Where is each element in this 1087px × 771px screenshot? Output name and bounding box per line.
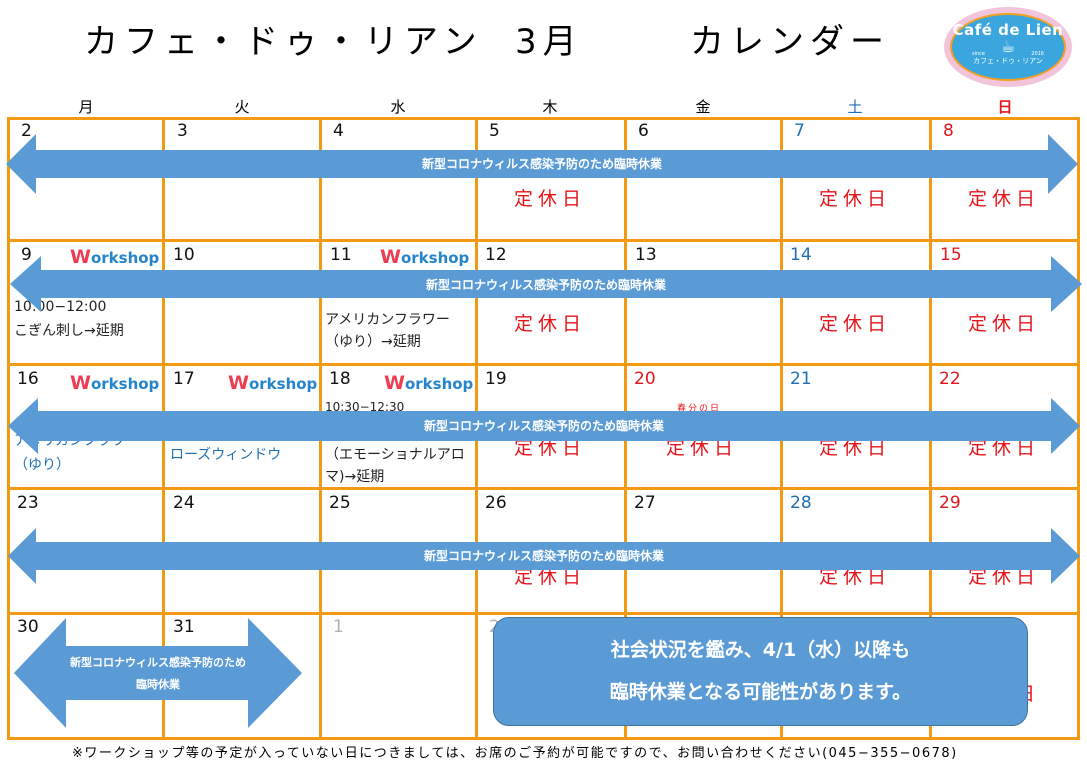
cafe-logo: Café de Lien ☕ since 2016 カフェ・ドゥ・リアン	[944, 7, 1072, 87]
day-number: 29	[939, 493, 961, 513]
day-number: 19	[485, 369, 507, 389]
grid-line	[7, 487, 1080, 490]
workshop-badge: Workshop	[384, 372, 474, 394]
notice-line-2: 臨時休業となる可能性があります。	[609, 681, 912, 703]
workshop-badge: Workshop	[70, 372, 160, 394]
day-number: 17	[173, 369, 195, 389]
weekday-sun: 日	[997, 98, 1013, 116]
day-number: 18	[329, 369, 351, 389]
day-number: 26	[485, 493, 507, 513]
month-title: 3月	[515, 22, 583, 62]
event-title: マ)→延期	[325, 469, 385, 485]
weekday-thu: 木	[542, 98, 558, 116]
weekday-wed: 水	[390, 98, 406, 116]
weekday-sat: 土	[847, 98, 863, 116]
band-text: 新型コロナウィルス感染予防のため臨時休業	[421, 157, 662, 171]
grid-line	[7, 737, 1080, 740]
grid-line	[7, 612, 1080, 615]
closure-band-short: 新型コロナウィルス感染予防のため 臨時休業	[14, 618, 302, 728]
day-number: 27	[634, 493, 656, 513]
notice-line-1: 社会状況を鑑み、4/1（水）以降も	[610, 639, 911, 661]
workshop-badge: Workshop	[228, 372, 318, 394]
event-title: （ゆり）	[14, 457, 70, 473]
day-number: 24	[173, 493, 195, 513]
grid-line	[7, 117, 1080, 120]
event-title: こぎん刺し→延期	[14, 323, 124, 339]
day-number: 22	[939, 369, 961, 389]
shop-name-title: カフェ・ドゥ・リアン	[84, 22, 483, 62]
closure-band: 新型コロナウィルス感染予防のため臨時休業	[10, 256, 1082, 312]
day-number: 16	[17, 369, 39, 389]
day-number: 25	[329, 493, 351, 513]
grid-line	[7, 239, 1080, 242]
band-text: 新型コロナウィルス感染予防のため臨時休業	[423, 549, 664, 563]
closed-label: 定休日	[968, 313, 1041, 335]
day-number: 23	[17, 493, 39, 513]
closure-band: 新型コロナウィルス感染予防のため臨時休業	[8, 398, 1080, 454]
logo-year: 2016	[1031, 51, 1044, 57]
event-title: （ゆり）→延期	[325, 334, 421, 350]
band-text-line1: 新型コロナウィルス感染予防のため	[70, 656, 246, 669]
footnote: ※ワークショップ等の予定が入っていない日につきましては、お席のご予約が可能ですの…	[72, 746, 958, 761]
calendar-title: カレンダー	[690, 22, 890, 62]
closure-band: 新型コロナウィルス感染予防のため臨時休業	[8, 528, 1080, 584]
logo-kana: カフェ・ドゥ・リアン	[973, 57, 1043, 65]
band-text-line2: 臨時休業	[136, 678, 180, 691]
notice-callout: 社会状況を鑑み、4/1（水）以降も 臨時休業となる可能性があります。	[493, 617, 1028, 726]
band-text: 新型コロナウィルス感染予防のため臨時休業	[423, 419, 664, 433]
logo-since: since	[972, 51, 985, 57]
weekday-tue: 火	[234, 98, 250, 116]
event-title: アメリカンフラワー	[325, 312, 450, 328]
weekday-fri: 金	[695, 98, 711, 116]
day-number: 1	[333, 617, 344, 637]
day-number: 21	[790, 369, 812, 389]
coffee-cup-icon: ☕	[1000, 37, 1016, 56]
grid-line	[7, 363, 1080, 366]
band-text: 新型コロナウィルス感染予防のため臨時休業	[425, 278, 666, 292]
day-number: 28	[790, 493, 812, 513]
closure-band: 新型コロナウィルス感染予防のため臨時休業	[6, 134, 1078, 194]
closed-label: 定休日	[819, 313, 892, 335]
double-arrow-icon	[14, 618, 302, 728]
day-number: 20	[634, 369, 656, 389]
weekday-mon: 月	[78, 98, 94, 116]
closed-label: 定休日	[514, 313, 587, 335]
